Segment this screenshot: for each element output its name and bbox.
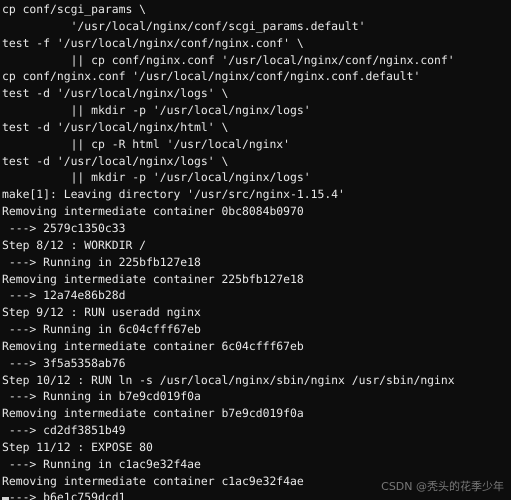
terminal-line: Removing intermediate container 225bfb12… (2, 271, 304, 286)
terminal-line: test -d '/usr/local/nginx/html' \ (2, 119, 229, 134)
terminal-line: test -f '/usr/local/nginx/conf/nginx.con… (2, 35, 304, 50)
terminal-line: Removing intermediate container c1ac9e32… (2, 473, 304, 488)
terminal-line: Step 11/12 : EXPOSE 80 (2, 439, 153, 454)
terminal-line: Removing intermediate container b7e9cd01… (2, 406, 304, 421)
terminal-line: make[1]: Leaving directory '/usr/src/ngi… (2, 187, 345, 202)
terminal-line: Removing intermediate container 0bc8084b… (2, 204, 304, 219)
terminal-line: ---> 3f5a5358ab76 (2, 355, 126, 370)
terminal-line: Step 10/12 : RUN ln -s /usr/local/nginx/… (2, 372, 455, 387)
terminal-line: cp conf/scgi_params \ (2, 2, 147, 16)
terminal-line: || mkdir -p '/usr/local/nginx/logs' (2, 170, 311, 185)
terminal-line: ---> b6e1c759dcd1 (2, 490, 126, 500)
terminal-output[interactable]: cp conf/scgi_params \ '/usr/local/nginx/… (0, 0, 511, 500)
terminal-line: ---> Running in c1ac9e32f4ae (2, 456, 201, 471)
terminal-line: || cp conf/nginx.conf '/usr/local/nginx/… (2, 52, 455, 67)
terminal-line: || mkdir -p '/usr/local/nginx/logs' (2, 103, 311, 118)
terminal-line: ---> Running in 6c04cfff67eb (2, 322, 201, 337)
terminal-window[interactable]: cp conf/scgi_params \ '/usr/local/nginx/… (0, 0, 511, 500)
terminal-line: ---> 12a74e86b28d (2, 288, 126, 303)
terminal-line: test -d '/usr/local/nginx/logs' \ (2, 153, 229, 168)
terminal-line: ---> Running in 225bfb127e18 (2, 254, 201, 269)
terminal-line: '/usr/local/nginx/conf/scgi_params.defau… (2, 18, 366, 33)
terminal-line: Step 9/12 : RUN useradd nginx (2, 305, 201, 320)
terminal-line: Step 8/12 : WORKDIR / (2, 237, 147, 252)
terminal-line: Removing intermediate container 6c04cfff… (2, 338, 304, 353)
terminal-line: test -d '/usr/local/nginx/logs' \ (2, 86, 229, 101)
terminal-line: ---> cd2df3851b49 (2, 423, 126, 438)
terminal-line: cp conf/nginx.conf '/usr/local/nginx/con… (2, 69, 421, 84)
terminal-line: || cp -R html '/usr/local/nginx' (2, 136, 291, 151)
terminal-line: ---> 2579c1350c33 (2, 220, 126, 235)
terminal-line: ---> Running in b7e9cd019f0a (2, 389, 201, 404)
